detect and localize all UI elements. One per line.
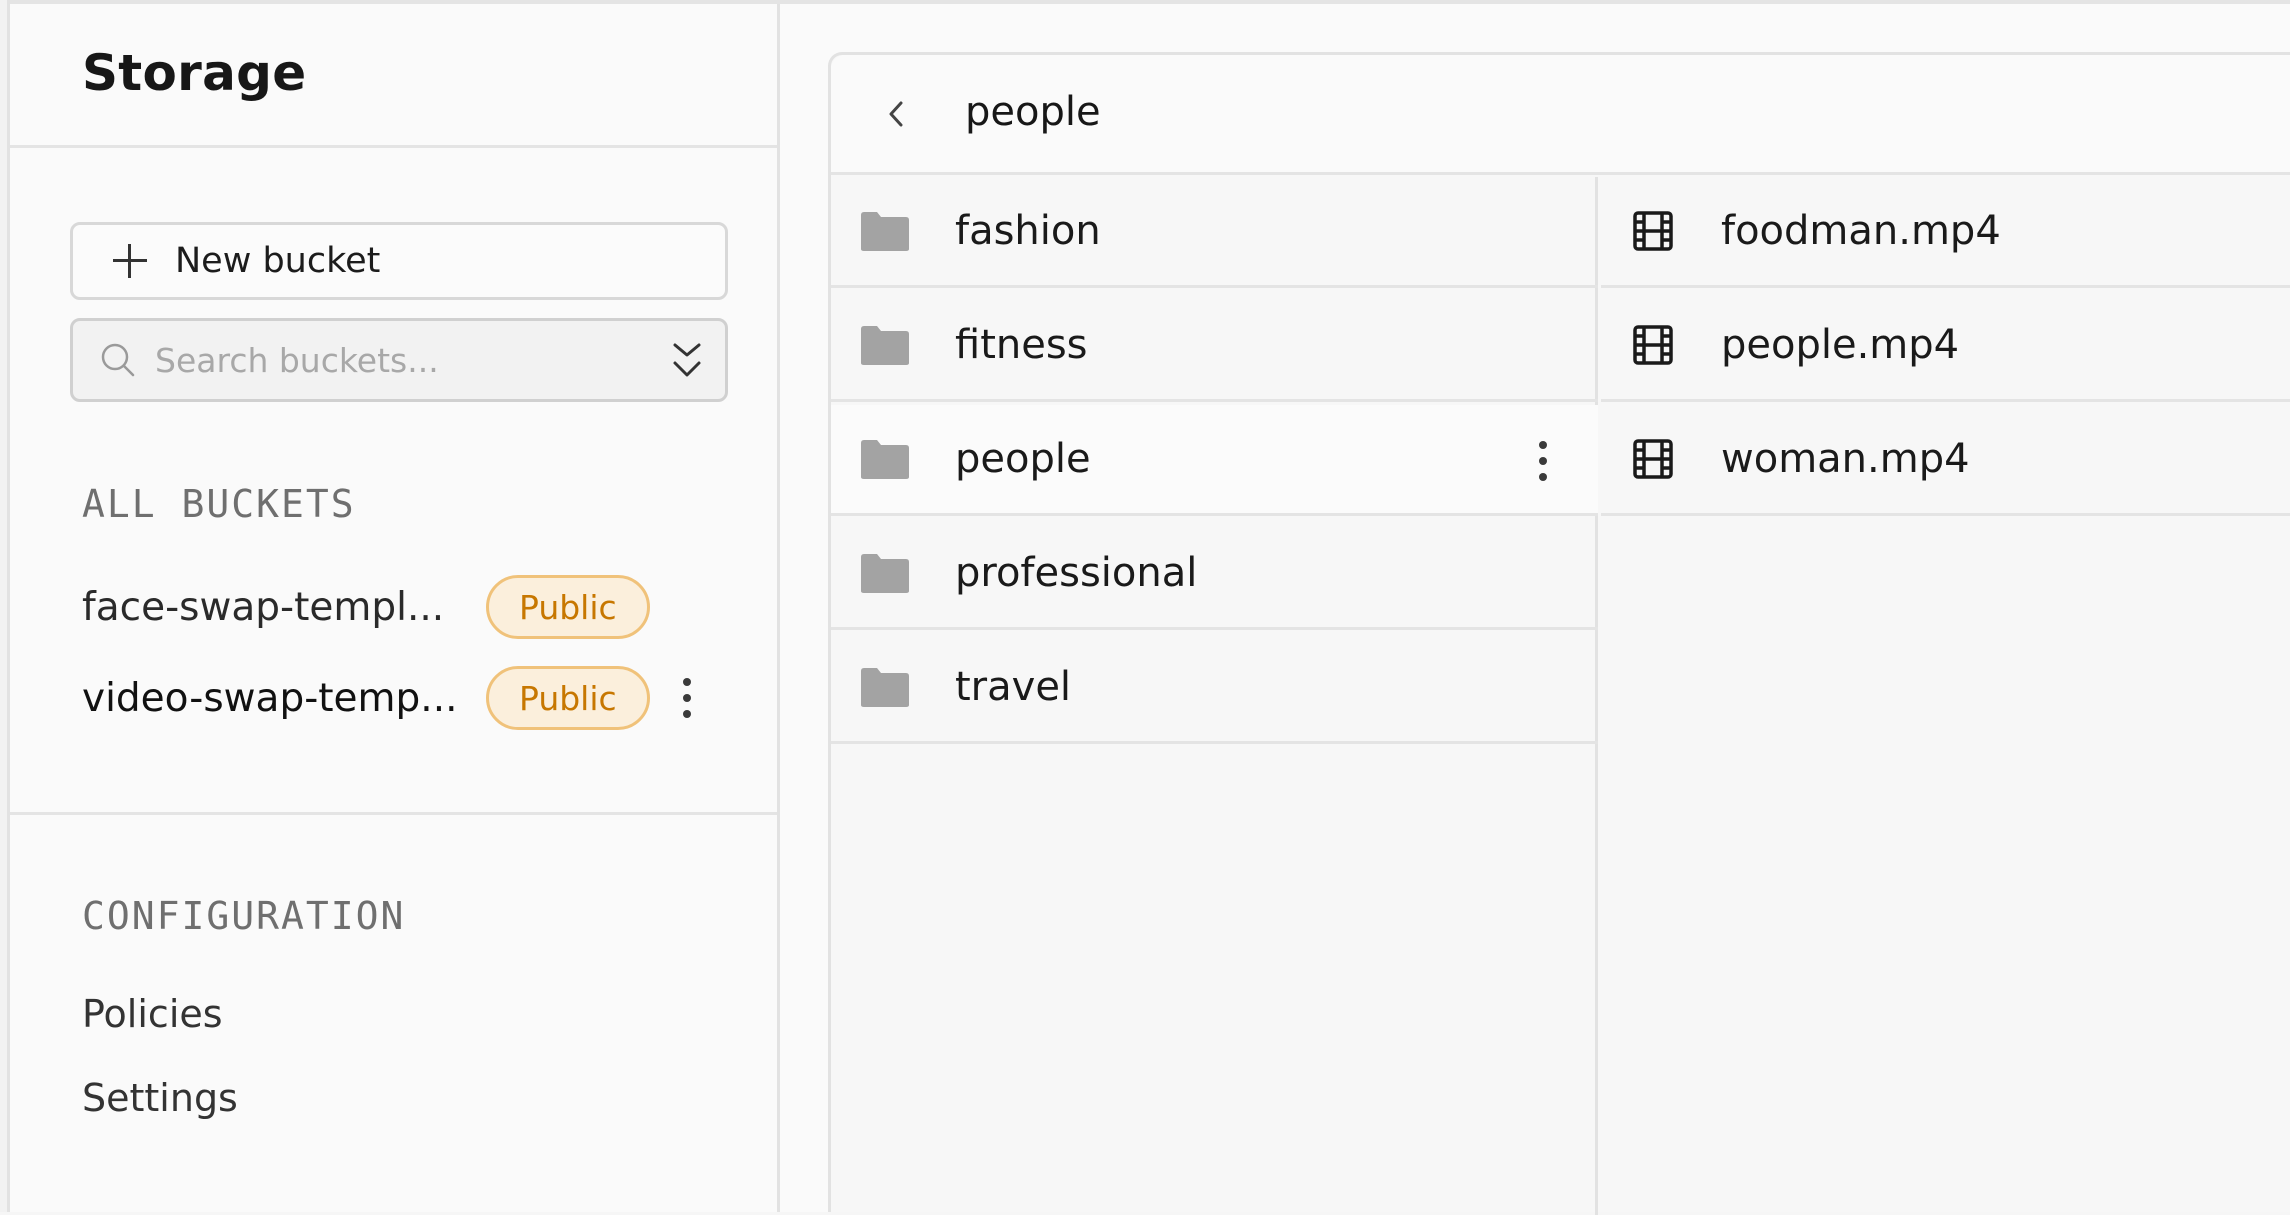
- search-buckets-field[interactable]: [70, 318, 728, 402]
- folder-icon: [861, 212, 909, 251]
- all-buckets-heading: ALL BUCKETS: [82, 482, 356, 526]
- folder-name: people: [955, 436, 1091, 482]
- folder-row[interactable]: fitness: [831, 291, 1598, 402]
- chevron-left-icon[interactable]: [881, 97, 911, 131]
- new-bucket-button[interactable]: New bucket: [70, 222, 728, 300]
- search-icon: [101, 343, 135, 377]
- more-vertical-icon[interactable]: [680, 676, 694, 720]
- folder-column: fashion fitness people professional trav…: [831, 177, 1598, 1215]
- configuration-heading: CONFIGURATION: [82, 894, 406, 938]
- file-name: woman.mp4: [1721, 436, 1970, 482]
- new-bucket-label: New bucket: [175, 241, 381, 281]
- folder-icon: [861, 668, 909, 707]
- folder-row[interactable]: professional: [831, 519, 1598, 630]
- film-icon: [1633, 325, 1673, 365]
- storage-app: Storage New bucket ALL BUCKETS face-swap…: [0, 0, 2290, 1215]
- folder-name: professional: [955, 550, 1198, 596]
- folder-icon: [861, 440, 909, 479]
- current-folder-title: people: [965, 89, 1101, 135]
- bucket-name: face-swap-templ...: [82, 584, 445, 630]
- folder-name: travel: [955, 664, 1072, 710]
- public-badge: Public: [486, 666, 650, 730]
- file-row[interactable]: foodman.mp4: [1601, 177, 2290, 288]
- folder-row-selected[interactable]: people: [831, 405, 1598, 516]
- settings-link[interactable]: Settings: [82, 1076, 238, 1120]
- film-icon: [1633, 211, 1673, 251]
- left-edge: [0, 0, 10, 1212]
- public-badge: Public: [486, 575, 650, 639]
- folder-name: fitness: [955, 322, 1088, 368]
- chevrons-up-down-icon[interactable]: [669, 341, 705, 381]
- folder-icon: [861, 554, 909, 593]
- folder-icon: [861, 326, 909, 365]
- bucket-item[interactable]: video-swap-temp... Public: [82, 663, 722, 733]
- film-icon: [1633, 439, 1673, 479]
- file-name: foodman.mp4: [1721, 208, 2001, 254]
- sidebar-title: Storage: [82, 44, 307, 102]
- sidebar: Storage New bucket ALL BUCKETS face-swap…: [10, 4, 780, 1212]
- policies-link[interactable]: Policies: [82, 992, 223, 1036]
- file-row[interactable]: people.mp4: [1601, 291, 2290, 402]
- folder-row[interactable]: travel: [831, 633, 1598, 744]
- sidebar-header: Storage: [10, 4, 777, 148]
- file-row[interactable]: woman.mp4: [1601, 405, 2290, 516]
- sidebar-divider: [10, 812, 777, 815]
- plus-icon: [111, 242, 149, 280]
- file-column: foodman.mp4 people.mp4 woman.mp4: [1601, 177, 2290, 1215]
- search-buckets-input[interactable]: [153, 339, 653, 381]
- file-name: people.mp4: [1721, 322, 1960, 368]
- more-vertical-icon[interactable]: [1536, 439, 1550, 483]
- bucket-name: video-swap-temp...: [82, 675, 458, 721]
- file-explorer: people fashion fitness people profession…: [828, 52, 2290, 1215]
- folder-row[interactable]: fashion: [831, 177, 1598, 288]
- folder-name: fashion: [955, 208, 1101, 254]
- bucket-item[interactable]: face-swap-templ... Public: [82, 572, 722, 642]
- explorer-header: people: [831, 55, 2290, 175]
